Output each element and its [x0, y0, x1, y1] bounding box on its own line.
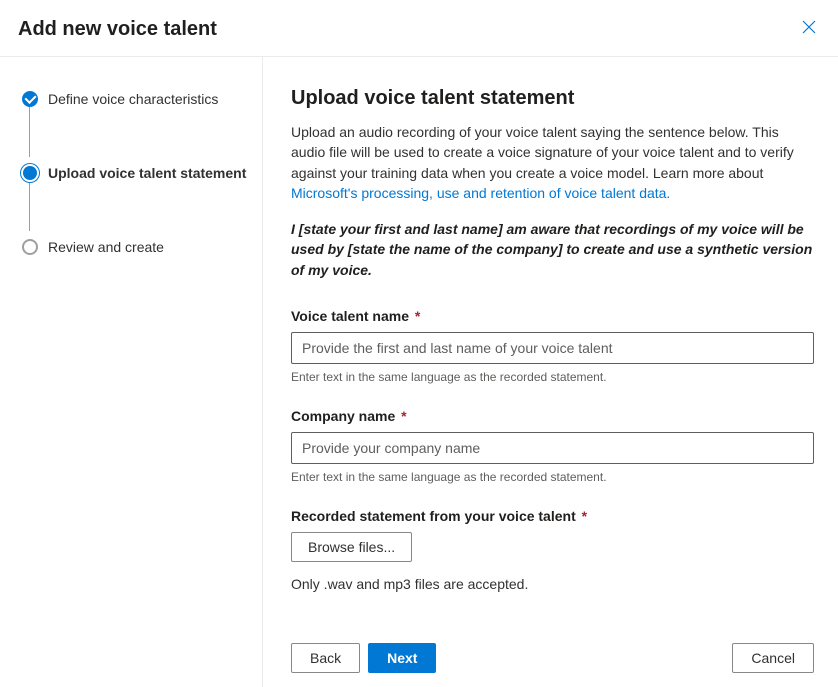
field-voice-talent-name: Voice talent name * Enter text in the sa… [291, 308, 814, 384]
close-button[interactable] [798, 16, 820, 42]
required-indicator: * [578, 508, 587, 524]
learn-more-link[interactable]: Microsoft's processing, use and retentio… [291, 185, 670, 201]
wizard-sidebar: Define voice characteristics Upload voic… [0, 57, 263, 687]
step-define-characteristics[interactable]: Define voice characteristics [22, 87, 252, 111]
step-label: Define voice characteristics [48, 91, 218, 107]
browse-files-button[interactable]: Browse files... [291, 532, 412, 562]
description: Upload an audio recording of your voice … [291, 122, 814, 203]
voice-talent-name-hint: Enter text in the same language as the r… [291, 370, 814, 384]
dialog-title: Add new voice talent [18, 18, 217, 41]
footer-left: Back Next [291, 643, 436, 673]
field-company-name: Company name * Enter text in the same la… [291, 408, 814, 484]
statement-text: I [state your first and last name] am aw… [291, 219, 814, 280]
page-heading: Upload voice talent statement [291, 87, 814, 110]
required-indicator: * [397, 408, 406, 424]
voice-talent-name-input[interactable] [291, 332, 814, 364]
upcoming-step-icon [22, 239, 38, 255]
next-button[interactable]: Next [368, 643, 436, 673]
company-name-label: Company name * [291, 408, 814, 424]
company-name-hint: Enter text in the same language as the r… [291, 470, 814, 484]
dialog-body: Define voice characteristics Upload voic… [0, 57, 838, 687]
wizard-main: Upload voice talent statement Upload an … [263, 57, 838, 687]
content-area: Upload voice talent statement Upload an … [263, 57, 838, 628]
step-connector [29, 107, 30, 157]
field-recorded-statement: Recorded statement from your voice talen… [291, 508, 814, 592]
dialog-header: Add new voice talent [0, 0, 838, 57]
company-name-input[interactable] [291, 432, 814, 464]
step-connector [29, 181, 30, 231]
check-icon [22, 91, 38, 107]
wizard-footer: Back Next Cancel [263, 628, 838, 687]
cancel-button[interactable]: Cancel [732, 643, 814, 673]
step-review-create[interactable]: Review and create [22, 235, 252, 259]
recorded-statement-label: Recorded statement from your voice talen… [291, 508, 814, 524]
description-text: Upload an audio recording of your voice … [291, 124, 794, 181]
voice-talent-name-label: Voice talent name * [291, 308, 814, 324]
step-upload-statement[interactable]: Upload voice talent statement [22, 161, 252, 185]
current-step-icon [23, 166, 37, 180]
step-label: Upload voice talent statement [48, 165, 246, 181]
wizard-steps: Define voice characteristics Upload voic… [22, 87, 252, 259]
close-icon [802, 21, 816, 38]
file-type-hint: Only .wav and mp3 files are accepted. [291, 576, 814, 592]
step-label: Review and create [48, 239, 164, 255]
back-button[interactable]: Back [291, 643, 360, 673]
required-indicator: * [411, 308, 420, 324]
